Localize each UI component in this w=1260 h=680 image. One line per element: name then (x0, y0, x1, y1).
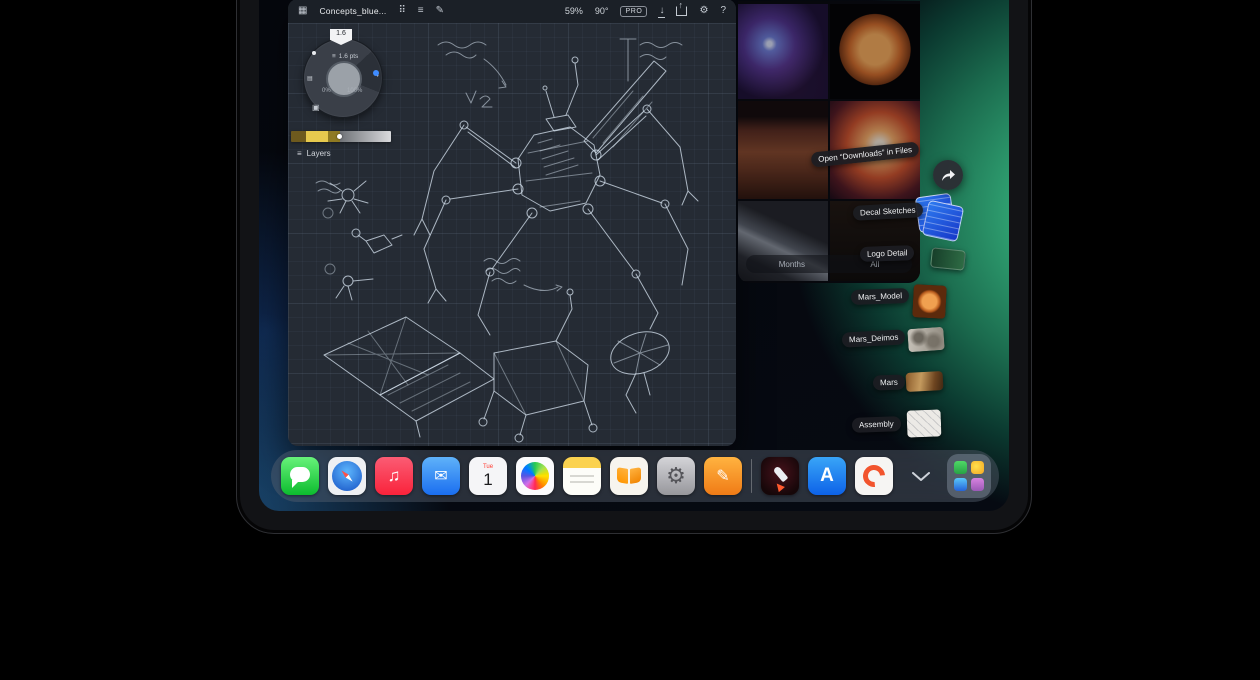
opacity-max-label: 100% (347, 88, 362, 94)
layers-menu-icon: ≡ (297, 149, 302, 158)
swatch-dark-yellow[interactable] (291, 131, 306, 142)
tab-months[interactable]: Months (779, 260, 805, 269)
library-mini-icon (971, 478, 984, 491)
photos-panel: Months All (738, 1, 920, 283)
brush-size-label: ≡ 1.6 pts (332, 53, 358, 60)
drag-label[interactable]: Mars_Model (851, 288, 910, 305)
app-store-icon[interactable]: A (808, 457, 846, 495)
pen-tool-icon[interactable]: ✎ (436, 6, 444, 16)
music-note-icon: ♫ (388, 466, 401, 486)
size-menu-icon: ≡ (332, 53, 336, 60)
drag-label[interactable]: Mars_Deimos (842, 329, 906, 347)
dock: ♫ ✉ Tue 1 ⚙ ✎ A (271, 450, 999, 502)
decal-sticker (922, 200, 965, 243)
forward-share-button[interactable] (933, 160, 963, 190)
swatch-yellow[interactable] (306, 131, 328, 142)
settings-gear-icon[interactable]: ⚙ (699, 6, 708, 16)
dock-divider (751, 459, 752, 493)
app-store-letter: A (820, 465, 834, 487)
drag-label[interactable]: Logo Detail (860, 245, 915, 262)
calendar-day: 1 (483, 471, 492, 488)
ipad-device: ▦ Concepts_blue... ⠿ ≡ ✎ 59% 90° PRO ↓ ↑… (236, 0, 1032, 534)
library-mini-icon (954, 461, 967, 474)
help-icon[interactable]: ? (720, 6, 726, 16)
chevron-down-icon (912, 472, 930, 481)
forward-arrow-icon (941, 169, 956, 182)
screen-ratio-icon[interactable]: ▣ (312, 103, 320, 112)
library-mini-icon (971, 461, 984, 474)
download-icon[interactable]: ↓ (659, 6, 664, 16)
drag-thumb-mars[interactable] (906, 371, 944, 392)
mail-app-icon[interactable]: ✉ (422, 457, 460, 495)
dock-chevron-button[interactable] (912, 472, 930, 481)
palette-marker-dot (337, 134, 342, 139)
photos-dim-overlay (738, 1, 920, 283)
music-app-icon[interactable]: ♫ (375, 457, 413, 495)
rocket-app-icon[interactable] (761, 457, 799, 495)
c-app-icon[interactable] (855, 457, 893, 495)
wheel-left-icon: ▤ (307, 75, 313, 82)
drag-label[interactable]: Mars (873, 374, 905, 390)
books-app-icon[interactable] (610, 457, 648, 495)
window-grid-icon[interactable]: ▦ (298, 6, 307, 16)
pro-badge[interactable]: PRO (620, 6, 647, 17)
swatch-gray-gradient[interactable] (340, 131, 391, 142)
ipad-screen-wallpaper: ▦ Concepts_blue... ⠿ ≡ ✎ 59% 90° PRO ↓ ↑… (259, 0, 1009, 511)
layers-button[interactable]: ≡ Layers (297, 149, 331, 158)
safari-app-icon[interactable] (328, 457, 366, 495)
drag-thumb-decal-sketches[interactable] (917, 195, 963, 241)
drag-thumb-assembly[interactable] (907, 409, 942, 437)
wheel-blue-dot (373, 70, 379, 76)
settings-app-icon[interactable]: ⚙ (657, 457, 695, 495)
pencil-app-icon[interactable]: ✎ (704, 457, 742, 495)
zoom-level[interactable]: 59% (565, 6, 583, 16)
notes-app-icon[interactable] (563, 457, 601, 495)
pencil-icon: ✎ (716, 466, 729, 486)
app-library-button[interactable] (947, 454, 991, 498)
library-mini-icon (954, 478, 967, 491)
rotation-angle[interactable]: 90° (595, 6, 609, 16)
drag-handle-icon[interactable]: ⠿ (398, 6, 405, 16)
drag-label[interactable]: Assembly (852, 416, 901, 433)
document-title[interactable]: Concepts_blue... (319, 6, 386, 16)
drag-thumb-mars-model[interactable] (912, 284, 947, 319)
concepts-app-window: ▦ Concepts_blue... ⠿ ≡ ✎ 59% 90° PRO ↓ ↑… (288, 0, 736, 446)
opacity-min-label: 0% (322, 88, 331, 94)
gear-icon: ⚙ (666, 463, 686, 489)
photos-app-icon[interactable] (516, 457, 554, 495)
messages-app-icon[interactable] (281, 457, 319, 495)
envelope-icon: ✉ (434, 466, 447, 486)
concepts-toolbar: ▦ Concepts_blue... ⠿ ≡ ✎ 59% 90° PRO ↓ ↑… (288, 0, 736, 23)
drag-thumb-logo-detail[interactable] (930, 247, 966, 270)
share-icon[interactable]: ↑ (676, 6, 687, 16)
wheel-white-dot (312, 51, 316, 55)
menu-icon[interactable]: ≡ (418, 6, 424, 16)
calendar-app-icon[interactable]: Tue 1 (469, 457, 507, 495)
drag-thumb-mars-deimos[interactable] (907, 327, 945, 352)
